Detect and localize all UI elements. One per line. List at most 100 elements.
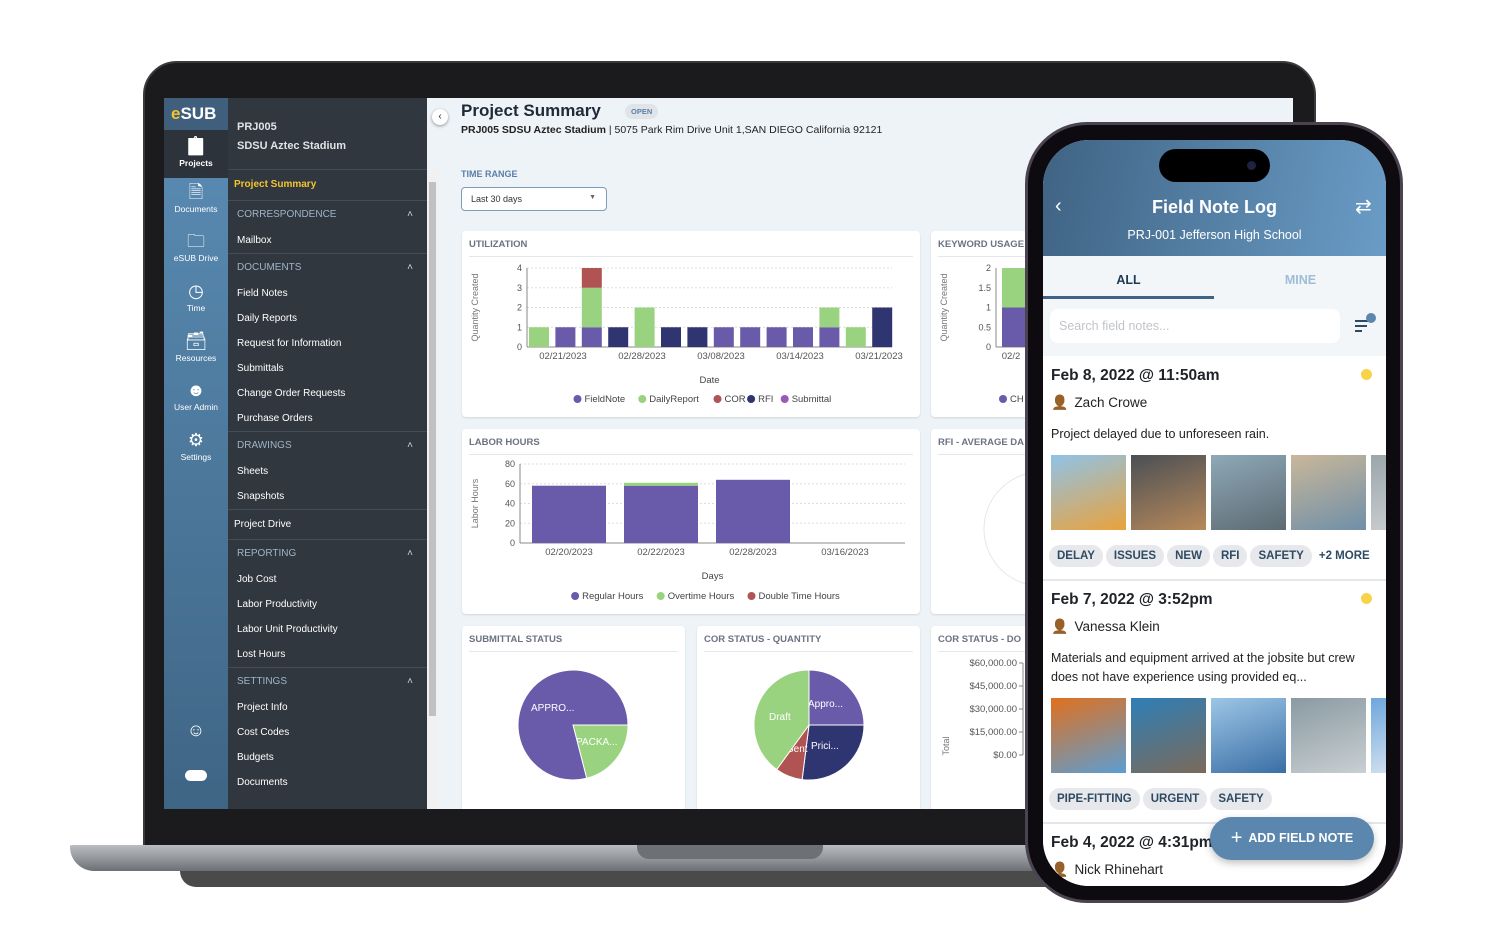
photo-thumbnail[interactable] [1131, 698, 1206, 773]
bar-dailyreport [634, 307, 655, 347]
nav-section-drawings[interactable]: DRAWINGS ˄ [228, 431, 427, 459]
chat-icon[interactable] [164, 766, 228, 785]
pie-label: Appro... [808, 699, 843, 710]
rail-item-documents[interactable]: 🗎 Documents [164, 182, 228, 214]
tag-pipe-fitting[interactable]: PIPE-FITTING [1049, 788, 1140, 810]
rail-item-settings[interactable]: ⚙ Settings [164, 430, 228, 462]
field-note-card[interactable]: Feb 7, 2022 @ 3:52pm 👤 Vanessa Klein Materi… [1043, 581, 1386, 824]
photo-thumbnail[interactable] [1211, 455, 1286, 530]
labor-hours-card: LABOR HOURS 0 20 40 60 80 02/20/2023 02/22/202… [462, 429, 920, 614]
nav-item-lost-hours[interactable]: Lost Hours [228, 642, 427, 667]
project-subtitle: PRJ005 SDSU Aztec Stadium | 5075 Park Ri… [461, 124, 883, 136]
pie-label: Prici... [811, 741, 839, 752]
nav-item-daily-reports[interactable]: Daily Reports [228, 306, 427, 331]
icon-rail: eSUB 📋 Projects 🗎 Documents 🗀 eSUB Drive ◷ Time… [164, 98, 228, 809]
nav-item-project-drive[interactable]: Project Drive [228, 509, 427, 539]
nav-item-field-notes[interactable]: Field Notes [228, 281, 427, 306]
tag-rfi[interactable]: RFI [1212, 545, 1248, 567]
rail-item-label: eSUB Drive [173, 253, 219, 263]
bar-dailyreport [845, 327, 866, 347]
tag-safety[interactable]: SAFETY [1210, 788, 1272, 810]
submittal-status-chart: PACKA... APPRO... [517, 669, 629, 781]
rail-item-user-admin[interactable]: ☻ User Admin [164, 380, 228, 412]
more-tags-link[interactable]: +2 MORE [1315, 545, 1374, 567]
bar-fieldnote [740, 327, 761, 347]
legend-swatch [999, 395, 1007, 403]
nav-item-sheets[interactable]: Sheets [228, 459, 427, 484]
pie-label: PACKA... [576, 737, 618, 748]
collapse-sidebar-button[interactable]: ‹ [432, 109, 448, 125]
bar-rfi [661, 327, 681, 347]
x-tick-label: 02/22/2023 [637, 547, 685, 558]
photo-strip[interactable] [1051, 698, 1386, 773]
chevron-up-icon[interactable]: ˄ [407, 254, 413, 282]
rail-item-time[interactable]: ◷ Time [164, 281, 228, 313]
photo-thumbnail[interactable] [1371, 698, 1386, 773]
photo-thumbnail[interactable] [1291, 698, 1366, 773]
x-tick-label: 03/14/2023 [776, 351, 824, 362]
legend-label: FieldNote [585, 394, 626, 405]
card-title: UTILIZATION [469, 239, 528, 250]
dynamic-island [1159, 149, 1270, 182]
photo-thumbnail[interactable] [1291, 455, 1366, 530]
note-text: Materials and equipment arrived at the j… [1051, 651, 1355, 684]
switch-project-icon[interactable]: ⇄ [1355, 194, 1372, 219]
nav-scroll-thumb[interactable] [429, 182, 436, 716]
filter-icon[interactable] [1353, 312, 1377, 336]
tag-safety[interactable]: SAFETY [1250, 545, 1312, 567]
nav-item-submittals[interactable]: Submittals [228, 356, 427, 381]
nav-section-documents[interactable]: DOCUMENTS ˄ [228, 253, 427, 281]
chevron-up-icon[interactable]: ˄ [407, 201, 413, 229]
tag-urgent[interactable]: URGENT [1142, 788, 1208, 810]
photo-thumbnail[interactable] [1051, 698, 1126, 773]
rail-item-resources[interactable]: 🗃 Resources [164, 331, 228, 363]
document-icon: 🗎 [188, 182, 204, 202]
search-input[interactable] [1050, 309, 1340, 343]
photo-thumbnail[interactable] [1131, 455, 1206, 530]
nav-section-settings[interactable]: SETTINGS ˄ [228, 667, 427, 695]
add-field-note-button[interactable]: + ADD FIELD NOTE [1210, 817, 1374, 860]
nav-item-change-order-requests[interactable]: Change Order Requests [228, 381, 427, 406]
nav-item-project-summary[interactable]: Project Summary [228, 170, 427, 200]
chevron-up-icon[interactable]: ˄ [407, 540, 413, 568]
nav-item-labor-productivity[interactable]: Labor Productivity [228, 592, 427, 617]
author-name: Zach Crowe [1074, 395, 1148, 410]
nav-item-labor-unit-productivity[interactable]: Labor Unit Productivity [228, 617, 427, 642]
time-range-select[interactable]: Last 30 days ▼ [461, 187, 607, 211]
photo-thumbnail[interactable] [1051, 455, 1126, 530]
nav-item-purchase-orders[interactable]: Purchase Orders [228, 406, 427, 431]
nav-item-budgets[interactable]: Budgets [228, 745, 427, 770]
nav-section-reporting[interactable]: REPORTING ˄ [228, 539, 427, 567]
nav-item-job-cost[interactable]: Job Cost [228, 567, 427, 592]
rail-item-esub-drive[interactable]: 🗀 eSUB Drive [164, 231, 228, 263]
pie-slice-prici [801, 724, 865, 781]
chevron-up-icon[interactable]: ˄ [407, 432, 413, 460]
nav-section-correspondence[interactable]: CORRESPONDENCE ˄ [228, 200, 427, 228]
tag-delay[interactable]: DELAY [1049, 545, 1103, 567]
utilization-card: UTILIZATION 0 1 2 3 4 02/21/2023 02/28/2023 03/… [462, 231, 920, 417]
profile-icon[interactable]: ☺ [164, 720, 228, 742]
nav-item-mailbox[interactable]: Mailbox [228, 228, 427, 253]
nav-item-documents[interactable]: Documents [228, 770, 427, 795]
field-note-card[interactable]: Feb 8, 2022 @ 11:50am 👤 Zach Crowe Project … [1043, 357, 1386, 581]
photo-thumbnail[interactable] [1211, 698, 1286, 773]
nav-item-request-for-information[interactable]: Request for Information [228, 331, 427, 356]
tab-mine[interactable]: MINE [1215, 273, 1386, 287]
y-tick-label: 2 [517, 303, 522, 313]
tab-all[interactable]: ALL [1043, 273, 1214, 287]
pie-label: APPRO... [531, 703, 574, 714]
tag-new[interactable]: NEW [1167, 545, 1210, 567]
tag-issues[interactable]: ISSUES [1105, 545, 1165, 567]
note-author: 👤 Vanessa Klein [1051, 618, 1160, 635]
nav-item-cost-codes[interactable]: Cost Codes [228, 720, 427, 745]
nav-item-project-info[interactable]: Project Info [228, 695, 427, 720]
photo-thumbnail[interactable] [1371, 455, 1386, 530]
card-title: COR STATUS - QUANTITY [704, 634, 822, 645]
nav-item-snapshots[interactable]: Snapshots [228, 484, 427, 509]
clipboard-icon: 📋 [184, 136, 208, 156]
bar-fieldnote [581, 327, 602, 347]
photo-strip[interactable] [1051, 455, 1386, 530]
rail-item-projects[interactable]: 📋 Projects [164, 130, 228, 178]
esub-logo[interactable]: eSUB [164, 98, 228, 130]
chevron-up-icon[interactable]: ˄ [407, 668, 413, 696]
